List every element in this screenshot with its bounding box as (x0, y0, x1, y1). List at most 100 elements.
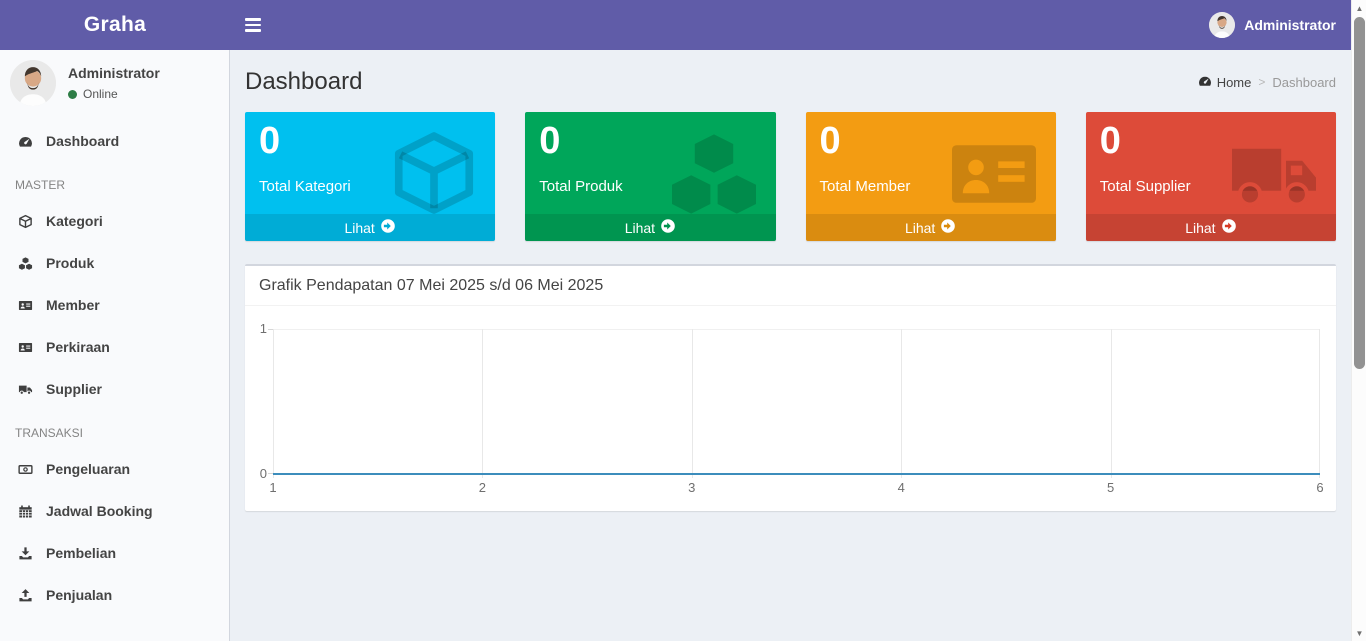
chart-series-line (273, 473, 1320, 475)
sidebar-user-name: Administrator (68, 65, 160, 81)
arrow-circle-right-icon (940, 218, 956, 237)
info-box-member: 0 Total Member Lihat (806, 112, 1056, 241)
info-box-supplier: 0 Total Supplier Lihat (1086, 112, 1336, 241)
calendar-icon (15, 504, 35, 519)
sidebar-section-transaksi: TRANSAKSI (0, 410, 229, 448)
sidebar-item-label: Supplier (46, 381, 102, 397)
sidebar-item-dashboard[interactable]: Dashboard (0, 120, 229, 162)
arrow-circle-right-icon (380, 218, 396, 237)
money-bill-icon (15, 462, 35, 477)
sidebar-user-status: Online (68, 87, 160, 101)
breadcrumb-home-label: Home (1217, 75, 1252, 90)
info-box-label: Total Member (820, 178, 1042, 195)
info-box-value: 0 (539, 121, 761, 163)
hamburger-icon (245, 18, 261, 32)
sidebar-user-panel: Administrator Online (0, 50, 229, 120)
id-card-icon (15, 340, 35, 355)
gridline (901, 329, 902, 478)
id-card-icon (15, 298, 35, 313)
dashboard-icon (1198, 74, 1212, 91)
sidebar-item-label: Jadwal Booking (46, 503, 153, 519)
page-scrollbar[interactable]: ▲ ▼ (1351, 0, 1366, 641)
x-axis-tick-label: 1 (269, 480, 276, 495)
gridline (482, 329, 483, 478)
breadcrumb-separator: > (1258, 75, 1265, 89)
navbar-avatar (1209, 12, 1235, 38)
sidebar-item-pengeluaran[interactable]: Pengeluaran (0, 448, 229, 490)
sidebar-item-jadwal-booking[interactable]: Jadwal Booking (0, 490, 229, 532)
gridline (273, 329, 274, 478)
info-box-produk: 0 Total Produk Lihat (525, 112, 775, 241)
sidebar-item-label: Pembelian (46, 545, 116, 561)
cubes-icon (15, 256, 35, 271)
gridline (1111, 329, 1112, 478)
info-box-value: 0 (820, 121, 1042, 163)
arrow-circle-right-icon (660, 218, 676, 237)
brand-text: Graha (84, 13, 146, 37)
info-box-value: 0 (259, 121, 481, 163)
brand-logo[interactable]: Graha (0, 0, 230, 50)
lihat-link[interactable]: Lihat (245, 214, 495, 241)
gridline (692, 329, 693, 478)
x-axis-tick-label: 6 (1316, 480, 1323, 495)
breadcrumb-current: Dashboard (1272, 75, 1336, 90)
lihat-label: Lihat (1185, 220, 1215, 236)
lihat-label: Lihat (625, 220, 655, 236)
info-box-label: Total Produk (539, 178, 761, 195)
avatar-image (10, 60, 56, 106)
scroll-down-arrow[interactable]: ▼ (1352, 625, 1366, 641)
avatar-image (1209, 12, 1235, 38)
chart-title: Grafik Pendapatan 07 Mei 2025 s/d 06 Mei… (245, 266, 1336, 306)
info-box-value: 0 (1100, 121, 1322, 163)
sidebar-item-label: Pengeluaran (46, 461, 130, 477)
tachometer-icon (15, 134, 35, 149)
page-title: Dashboard (245, 68, 362, 96)
scrollbar-thumb[interactable] (1354, 17, 1365, 369)
cube-icon (15, 214, 35, 229)
content-area: Dashboard Home > Dashboard 0 Total Kateg… (230, 50, 1366, 641)
sidebar-item-produk[interactable]: Produk (0, 242, 229, 284)
y-axis-tick-label: 1 (247, 321, 267, 336)
top-navbar: Graha Administrator (0, 0, 1366, 50)
sidebar-avatar (10, 60, 56, 106)
chart-box: Grafik Pendapatan 07 Mei 2025 s/d 06 Mei… (245, 264, 1336, 511)
sidebar-item-member[interactable]: Member (0, 284, 229, 326)
lihat-link[interactable]: Lihat (1086, 214, 1336, 241)
arrow-circle-right-icon (1221, 218, 1237, 237)
sidebar-item-label: Perkiraan (46, 339, 110, 355)
breadcrumb-home-link[interactable]: Home (1198, 74, 1252, 91)
online-status-label: Online (83, 87, 118, 101)
sidebar-item-perkiraan[interactable]: Perkiraan (0, 326, 229, 368)
sidebar-section-master: MASTER (0, 162, 229, 200)
upload-icon (15, 588, 35, 603)
sidebar-item-kategori[interactable]: Kategori (0, 200, 229, 242)
x-axis-tick-label: 2 (479, 480, 486, 495)
axis-tick (268, 329, 273, 330)
info-box-label: Total Supplier (1100, 178, 1322, 195)
sidebar-item-penjualan[interactable]: Penjualan (0, 574, 229, 616)
sidebar-item-label: Produk (46, 255, 94, 271)
sidebar-item-label: Kategori (46, 213, 103, 229)
chart-plot-area: 1 0 1 2 3 4 (245, 306, 1336, 511)
sidebar-item-label: Member (46, 297, 100, 313)
x-axis-tick-label: 3 (688, 480, 695, 495)
sidebar-item-pembelian[interactable]: Pembelian (0, 532, 229, 574)
lihat-label: Lihat (905, 220, 935, 236)
sidebar-item-label: Penjualan (46, 587, 112, 603)
info-box-kategori: 0 Total Kategori Lihat (245, 112, 495, 241)
breadcrumb: Home > Dashboard (1198, 74, 1336, 91)
navbar-user-label: Administrator (1244, 17, 1336, 33)
info-box-label: Total Kategori (259, 178, 481, 195)
scroll-up-arrow[interactable]: ▲ (1352, 0, 1366, 16)
sidebar-item-supplier[interactable]: Supplier (0, 368, 229, 410)
gridline (1319, 329, 1320, 478)
info-box-row: 0 Total Kategori Lihat 0 Total Produk (245, 112, 1336, 241)
lihat-link[interactable]: Lihat (806, 214, 1056, 241)
lihat-link[interactable]: Lihat (525, 214, 775, 241)
sidebar-toggle-button[interactable] (230, 0, 275, 50)
sidebar: Administrator Online Dashboard MASTER Ka (0, 50, 230, 641)
lihat-label: Lihat (344, 220, 374, 236)
x-axis-tick-label: 4 (898, 480, 905, 495)
navbar-user-menu[interactable]: Administrator (1209, 0, 1366, 50)
x-axis-tick-label: 5 (1107, 480, 1114, 495)
